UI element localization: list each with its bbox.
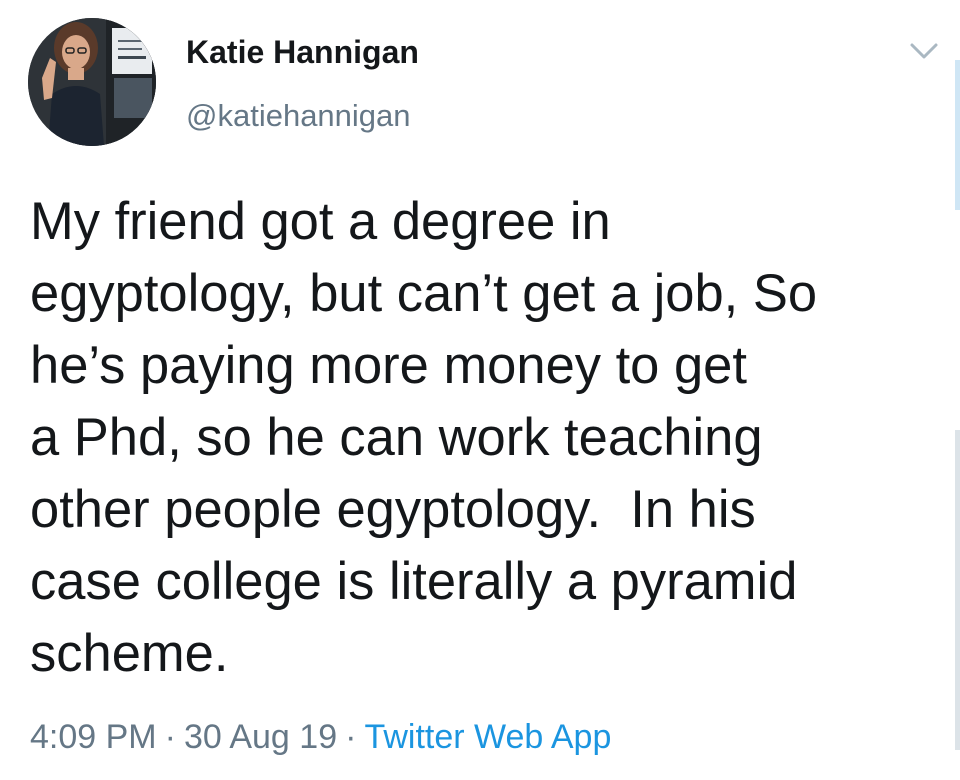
tweet-card: Katie Hannigan @katiehannigan My friend … — [0, 0, 960, 780]
tweet-line: egyptology, but can’t get a job, So — [30, 264, 818, 323]
tweet-time[interactable]: 4:09 PM — [30, 718, 157, 756]
scrollbar[interactable] — [955, 60, 960, 210]
tweet-line: a Phd, so he can work teaching — [30, 408, 763, 467]
avatar[interactable] — [28, 18, 156, 146]
chevron-down-icon[interactable] — [904, 36, 944, 66]
tweet-line: he’s paying more money to get — [30, 336, 747, 395]
tweet-line: scheme. — [30, 624, 229, 683]
tweet-line: My friend got a degree in — [30, 192, 611, 251]
tweet-text: My friend got a degree in egyptology, bu… — [30, 186, 930, 690]
tweet-line: other people egyptology. In his — [30, 480, 756, 539]
meta-separator: · — [345, 718, 357, 756]
tweet-source-link[interactable]: Twitter Web App — [364, 718, 611, 756]
scrollbar-track — [955, 430, 960, 750]
tweet-date[interactable]: 30 Aug 19 — [184, 718, 337, 756]
display-name[interactable]: Katie Hannigan — [186, 34, 419, 71]
user-handle[interactable]: @katiehannigan — [186, 98, 411, 134]
avatar-photo — [28, 18, 156, 146]
meta-separator: · — [164, 718, 176, 756]
tweet-line: case college is literally a pyramid — [30, 552, 798, 611]
tweet-meta: 4:09 PM · 30 Aug 19 · Twitter Web App — [30, 718, 611, 757]
